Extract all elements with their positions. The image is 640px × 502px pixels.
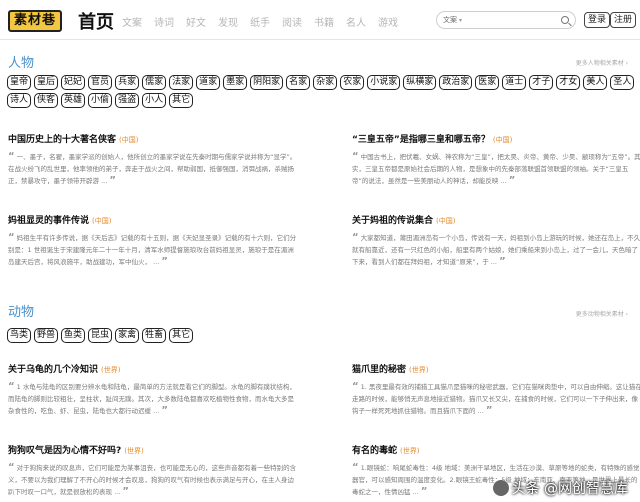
tag-item[interactable]: 侠客 <box>34 93 59 108</box>
article-card: “三皇五帝”是指哪三皇和哪五帝？ (中国) “ 中国古书上，把伏羲、女娲、神农称为… <box>352 132 640 187</box>
tag-item[interactable]: 政治家 <box>439 75 473 90</box>
tag-item[interactable]: 其它 <box>169 328 194 343</box>
login-button[interactable]: 登录 <box>584 12 611 28</box>
nav-home[interactable]: 首页 <box>78 8 114 34</box>
tag-item[interactable]: 小人 <box>142 93 167 108</box>
article-excerpt: “ 一、墨子，名翟，墨家学派的创始人，他所创立的墨家学说在先秦时期与儒家学说并称… <box>8 151 297 186</box>
article-excerpt: “ 大家都知道，莆田湄洲岛有一个小岛，传说有一天，妈祖到小岛上游玩的时候，她还在… <box>352 232 640 267</box>
article-source: (中国) <box>492 136 513 144</box>
article-source: (世界) <box>101 366 121 374</box>
tag-item[interactable]: 道家 <box>196 75 221 90</box>
tag-item[interactable]: 小偷 <box>88 93 113 108</box>
article-title[interactable]: 猫爪里的秘密 (世界) <box>352 362 640 375</box>
tag-item[interactable]: 儒家 <box>142 75 167 90</box>
tag-item[interactable]: 官员 <box>88 75 113 90</box>
article-card: 关于乌龟的几个冷知识 (世界) “ 1 水龟与陆龟的区别要分辨水龟和陆龟，最简单的… <box>8 362 298 417</box>
nav-item-faxian[interactable]: 发现 <box>218 14 238 29</box>
search-input[interactable]: 文案 ▾ <box>436 11 576 29</box>
article-source: (中国) <box>119 136 139 144</box>
article-card: 狗狗叹气是因为心情不好吗? (世界) “ 对于狗狗来说的叹息声，它们可能是为某事沮… <box>8 443 298 498</box>
more-link-animals[interactable]: 更多动物相关素材 › <box>576 309 628 318</box>
tag-item[interactable]: 才子 <box>529 75 554 90</box>
tag-list-people: 皇帝 皇后 妃妃 官员 兵家 儒家 法家 道家 墨家 阴阳家 名家 杂家 农家 … <box>7 75 637 108</box>
tag-item[interactable]: 医家 <box>475 75 500 90</box>
article-excerpt: “ 1. 黑夜里最有效的捕猎工具猫爪是猫咪的秘密武器，它们在猫咪肉垫中，可以自由… <box>352 381 640 416</box>
article-card: 关于妈祖的传说集合 (中国) “ 大家都知道，莆田湄洲岛有一个小岛，传说有一天，妈… <box>352 213 640 268</box>
article-title[interactable]: “三皇五帝”是指哪三皇和哪五帝？ (中国) <box>352 132 640 145</box>
nav-item-zhishou[interactable]: 纸手 <box>250 14 270 29</box>
watermark-text: 头条 @网创智慧库 <box>511 481 628 497</box>
tag-item[interactable]: 兵家 <box>115 75 140 90</box>
avatar-icon <box>492 480 509 496</box>
tag-item[interactable]: 墨家 <box>223 75 248 90</box>
tag-item[interactable]: 英雄 <box>61 93 86 108</box>
article-title[interactable]: 妈祖显灵的事件传说 (中国) <box>8 213 298 226</box>
nav-item-yuedu[interactable]: 阅读 <box>282 14 302 29</box>
article-title[interactable]: 有名的毒蛇 (世界) <box>352 443 640 456</box>
tag-item[interactable]: 昆虫 <box>88 328 113 343</box>
article-source: (中国) <box>436 217 456 225</box>
chevron-down-icon: ▾ <box>459 16 463 24</box>
tag-item[interactable]: 法家 <box>169 75 194 90</box>
article-excerpt: “ 1 水龟与陆龟的区别要分辨水龟和陆龟，最简单的方法就是看它们的脚型。水龟的脚… <box>8 381 296 416</box>
top-header: 素材巷 首页 文案 诗词 好文 发现 纸手 阅读 书籍 名人 游戏 文案 ▾ 登… <box>0 0 640 40</box>
article-excerpt: “ 中国古书上，把伏羲、女娲、神农称为“三皇”，把太昊、炎帝、黄帝、少昊、颛顼称… <box>352 151 640 186</box>
article-card: 猫爪里的秘密 (世界) “ 1. 黑夜里最有效的捕猎工具猫爪是猫咪的秘密武器，它们… <box>352 362 640 417</box>
article-card: 妈祖显灵的事件传说 (中国) “ 妈祖生平有许多传说，据《天后志》记载的有十五则，… <box>8 213 298 268</box>
tag-item[interactable]: 名家 <box>286 75 311 90</box>
tag-item[interactable]: 野兽 <box>34 328 59 343</box>
tag-item[interactable]: 杂家 <box>313 75 338 90</box>
tag-item[interactable]: 鱼类 <box>61 328 86 343</box>
nav-item-shici[interactable]: 诗词 <box>154 14 174 29</box>
tag-item[interactable]: 强盗 <box>115 93 140 108</box>
section-title-people: 人物 <box>8 56 35 71</box>
tag-item[interactable]: 鸟类 <box>7 328 32 343</box>
site-logo[interactable]: 素材巷 <box>8 10 63 32</box>
tag-item[interactable]: 皇后 <box>34 75 59 90</box>
tag-list-animals: 鸟类 野兽 鱼类 昆虫 家禽 牲畜 其它 <box>7 328 637 343</box>
article-title[interactable]: 中国历史上的十大著名侠客 (中国) <box>8 132 298 145</box>
tag-item[interactable]: 阴阳家 <box>250 75 284 90</box>
nav-item-wenan[interactable]: 文案 <box>122 14 142 29</box>
tag-item[interactable]: 道士 <box>502 75 527 90</box>
article-title[interactable]: 关于妈祖的传说集合 (中国) <box>352 213 640 226</box>
search-category-select[interactable]: 文案 <box>443 15 457 25</box>
nav-item-mingren[interactable]: 名人 <box>346 14 366 29</box>
article-card: 中国历史上的十大著名侠客 (中国) “ 一、墨子，名翟，墨家学派的创始人，他所创立… <box>8 132 298 187</box>
watermark: 头条 @网创智慧库 <box>492 478 628 498</box>
search-icon[interactable] <box>561 16 569 24</box>
article-source: (世界) <box>400 447 420 455</box>
tag-item[interactable]: 诗人 <box>7 93 32 108</box>
tag-item[interactable]: 才女 <box>556 75 581 90</box>
article-excerpt: “ 妈祖生平有许多传说，据《天后志》记载的有十五则，据《天妃显圣录》记载的有十六… <box>8 232 297 267</box>
tag-item[interactable]: 妃妃 <box>61 75 86 90</box>
tag-item[interactable]: 纵横家 <box>403 75 437 90</box>
tag-item[interactable]: 美人 <box>583 75 608 90</box>
article-excerpt: “ 对于狗狗来说的叹息声，它们可能是为某事沮丧，也可能是无心的，这些声音都有着一… <box>8 462 297 497</box>
tag-item[interactable]: 牲畜 <box>142 328 167 343</box>
article-source: (世界) <box>124 447 144 455</box>
article-source: (中国) <box>92 217 112 225</box>
tag-item[interactable]: 圣人 <box>610 75 635 90</box>
tag-item[interactable]: 家禽 <box>115 328 140 343</box>
tag-item[interactable]: 小说家 <box>367 75 401 90</box>
article-source: (世界) <box>409 366 429 374</box>
nav-item-shuji[interactable]: 书籍 <box>314 14 334 29</box>
article-title[interactable]: 狗狗叹气是因为心情不好吗? (世界) <box>8 443 298 456</box>
tag-item[interactable]: 其它 <box>169 93 194 108</box>
more-link-people[interactable]: 更多人物相关素材 › <box>576 58 628 67</box>
register-button[interactable]: 注册 <box>610 12 637 28</box>
nav-item-youxi[interactable]: 游戏 <box>378 14 398 29</box>
tag-item[interactable]: 皇帝 <box>7 75 32 90</box>
section-title-animals: 动物 <box>8 305 35 320</box>
nav-item-haowen[interactable]: 好文 <box>186 14 206 29</box>
article-title[interactable]: 关于乌龟的几个冷知识 (世界) <box>8 362 298 375</box>
main-nav: 文案 诗词 好文 发现 纸手 阅读 书籍 名人 游戏 <box>122 14 398 29</box>
tag-item[interactable]: 农家 <box>340 75 365 90</box>
